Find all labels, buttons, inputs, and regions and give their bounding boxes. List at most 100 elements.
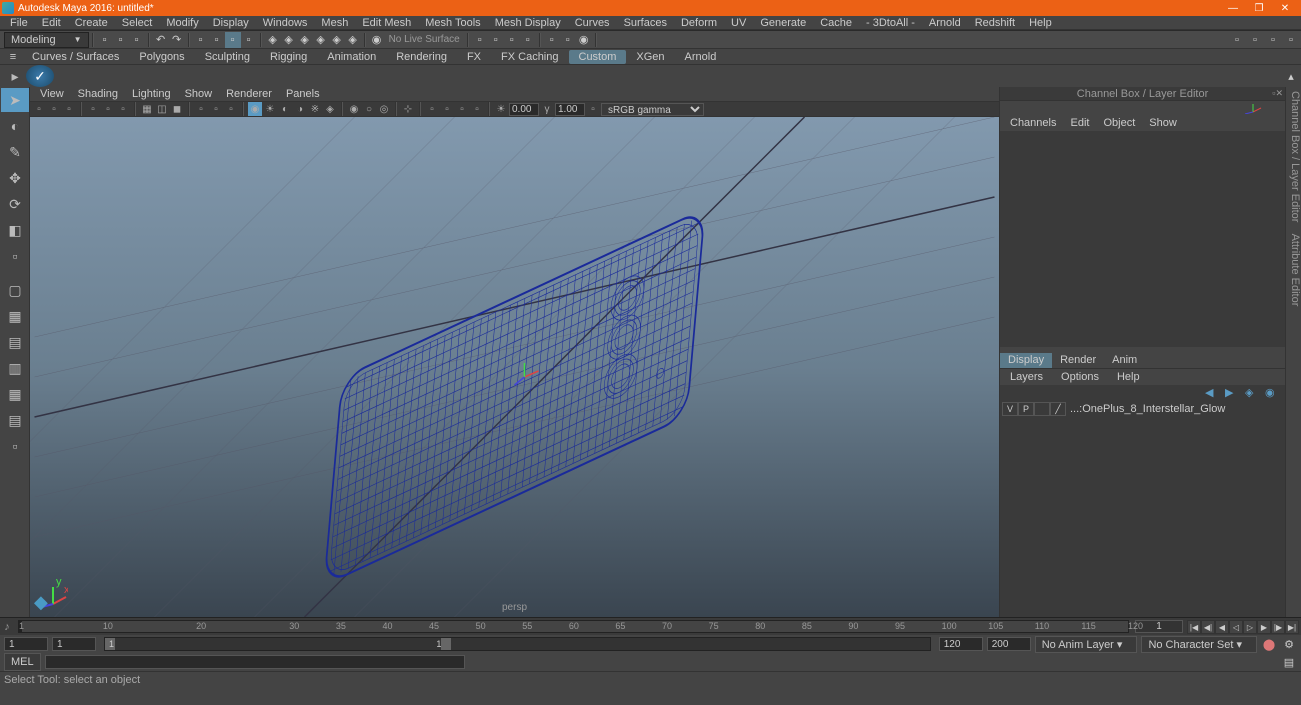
shelf-tab-xgen[interactable]: XGen bbox=[626, 50, 674, 64]
menu-mesh-display[interactable]: Mesh Display bbox=[489, 17, 567, 29]
vp-menu-show[interactable]: Show bbox=[179, 88, 219, 100]
anim-start-input[interactable] bbox=[4, 637, 48, 651]
shelf-tab-curves-surfaces[interactable]: Curves / Surfaces bbox=[22, 50, 129, 64]
menu-curves[interactable]: Curves bbox=[569, 17, 616, 29]
range-end-input[interactable] bbox=[939, 637, 983, 651]
snap-view-icon[interactable]: ◈ bbox=[345, 32, 361, 48]
step-forward-button[interactable]: ▶ bbox=[1257, 620, 1271, 634]
toggle-tool-icon[interactable]: ▫ bbox=[1247, 32, 1263, 48]
layer-menu-layers[interactable]: Layers bbox=[1004, 371, 1049, 383]
layer-row[interactable]: V P ╱ ...:OnePlus_8_Interstellar_Glow bbox=[1000, 401, 1285, 417]
undo-icon[interactable]: ↶ bbox=[153, 32, 169, 48]
history-icon[interactable]: ▫ bbox=[472, 32, 488, 48]
select-by-component-icon[interactable]: ▫ bbox=[225, 32, 241, 48]
vp-spot-icon[interactable]: ◉ bbox=[347, 102, 361, 116]
new-scene-icon[interactable]: ▫ bbox=[97, 32, 113, 48]
history2-icon[interactable]: ▫ bbox=[488, 32, 504, 48]
character-set-select[interactable]: No Character Set ▾ bbox=[1141, 636, 1257, 653]
vp-gate-icon[interactable]: ▫ bbox=[101, 102, 115, 116]
vp-image-plane-icon[interactable]: ▫ bbox=[62, 102, 76, 116]
vp-nurbs-icon[interactable]: ▫ bbox=[455, 102, 469, 116]
paint-tool[interactable]: ✎ bbox=[1, 140, 29, 164]
menu-cache[interactable]: Cache bbox=[814, 17, 858, 29]
layer-visible-cell[interactable]: V bbox=[1002, 402, 1018, 416]
shelf-toggle-icon[interactable]: ▸ bbox=[4, 65, 26, 87]
vp-joint-icon[interactable]: ▫ bbox=[224, 102, 238, 116]
close-button[interactable]: ✕ bbox=[1277, 3, 1293, 14]
ch-menu-channels[interactable]: Channels bbox=[1004, 117, 1062, 129]
step-forward-key-button[interactable]: |▶ bbox=[1271, 620, 1285, 634]
shelf-tab-arnold[interactable]: Arnold bbox=[675, 50, 727, 64]
anim-end-input[interactable] bbox=[987, 637, 1031, 651]
tl-sound-icon[interactable]: ♪ bbox=[0, 618, 14, 635]
move-layer-down-icon[interactable]: ▶ bbox=[1225, 386, 1239, 400]
menu-generate[interactable]: Generate bbox=[754, 17, 812, 29]
vp-shaded-icon[interactable]: ◼ bbox=[170, 102, 184, 116]
vp-grid-icon[interactable]: ▦ bbox=[140, 102, 154, 116]
vp-aa-icon[interactable]: ◈ bbox=[323, 102, 337, 116]
vp-point-icon[interactable]: ○ bbox=[362, 102, 376, 116]
panel-dock-icon[interactable]: ▫✕ bbox=[1272, 88, 1283, 99]
snap-surface-icon[interactable]: ◈ bbox=[329, 32, 345, 48]
layer-type-cell[interactable] bbox=[1034, 402, 1050, 416]
vp-menu-lighting[interactable]: Lighting bbox=[126, 88, 177, 100]
vp-hud-icon[interactable]: ▫ bbox=[425, 102, 439, 116]
layer-tab-anim[interactable]: Anim bbox=[1104, 353, 1145, 368]
play-back-button[interactable]: ◁ bbox=[1229, 620, 1243, 634]
menu-select[interactable]: Select bbox=[116, 17, 159, 29]
render-globals-icon[interactable]: ◉ bbox=[576, 32, 592, 48]
viewport-3d[interactable]: persp yx ◆ bbox=[30, 117, 999, 617]
go-start-button[interactable]: |◀ bbox=[1187, 620, 1201, 634]
redo-icon[interactable]: ↷ bbox=[169, 32, 185, 48]
menu-surfaces[interactable]: Surfaces bbox=[618, 17, 673, 29]
snap-grid-icon[interactable]: ◈ bbox=[265, 32, 281, 48]
vp-wire-icon[interactable]: ◫ bbox=[155, 102, 169, 116]
select-by-hierarchy-icon[interactable]: ▫ bbox=[193, 32, 209, 48]
snap-point-icon[interactable]: ◈ bbox=[297, 32, 313, 48]
vp-xray-icon[interactable]: ▫ bbox=[209, 102, 223, 116]
open-scene-icon[interactable]: ▫ bbox=[113, 32, 129, 48]
move-tool[interactable]: ✥ bbox=[1, 166, 29, 190]
ch-menu-object[interactable]: Object bbox=[1097, 117, 1141, 129]
shelf-tab-animation[interactable]: Animation bbox=[317, 50, 386, 64]
layer-tab-render[interactable]: Render bbox=[1052, 353, 1104, 368]
vp-dir-icon[interactable]: ◎ bbox=[377, 102, 391, 116]
command-input[interactable] bbox=[45, 655, 465, 669]
time-slider[interactable]: ♪ 11020303540455055606570758085909510010… bbox=[0, 617, 1301, 635]
save-scene-icon[interactable]: ▫ bbox=[129, 32, 145, 48]
menu--3dtoall-[interactable]: - 3DtoAll - bbox=[860, 17, 921, 29]
layout-three-icon[interactable]: ▥ bbox=[1, 356, 29, 380]
shelf-tab-rendering[interactable]: Rendering bbox=[386, 50, 457, 64]
layer-menu-options[interactable]: Options bbox=[1055, 371, 1105, 383]
vp-menu-renderer[interactable]: Renderer bbox=[220, 88, 278, 100]
shelf-tab-sculpting[interactable]: Sculpting bbox=[195, 50, 260, 64]
move-layer-up-icon[interactable]: ◀ bbox=[1205, 386, 1219, 400]
rotate-tool[interactable]: ⟳ bbox=[1, 192, 29, 216]
render-icon[interactable]: ▫ bbox=[544, 32, 560, 48]
scroll-up-icon[interactable]: ▴ bbox=[1283, 68, 1299, 84]
step-back-button[interactable]: ◀ bbox=[1215, 620, 1229, 634]
auto-key-icon[interactable]: ⬤ bbox=[1261, 636, 1277, 652]
vp-menu-shading[interactable]: Shading bbox=[72, 88, 124, 100]
layer-playback-cell[interactable]: P bbox=[1018, 402, 1034, 416]
shelf-menu-icon[interactable]: ≡ bbox=[4, 49, 22, 65]
menu-windows[interactable]: Windows bbox=[257, 17, 314, 29]
gamma-input[interactable] bbox=[555, 103, 585, 116]
range-slider[interactable]: 120 1 bbox=[104, 637, 931, 651]
color-space-select[interactable]: sRGB gamma bbox=[601, 103, 704, 116]
menu-help[interactable]: Help bbox=[1023, 17, 1058, 29]
vp-res-icon[interactable]: ▫ bbox=[116, 102, 130, 116]
script-editor-icon[interactable]: ▤ bbox=[1281, 654, 1297, 670]
select-tool[interactable]: ➤ bbox=[1, 88, 29, 112]
layout-single-icon[interactable]: ▢ bbox=[1, 278, 29, 302]
new-layer-selected-icon[interactable]: ◉ bbox=[1265, 386, 1279, 400]
exposure-input[interactable] bbox=[509, 103, 539, 116]
vp-gamma-icon[interactable]: γ bbox=[540, 102, 554, 116]
vp-motion-icon[interactable]: ※ bbox=[308, 102, 322, 116]
last-tool[interactable]: ▫ bbox=[1, 244, 29, 268]
shelf-tab-rigging[interactable]: Rigging bbox=[260, 50, 317, 64]
shelf-tab-fx[interactable]: FX bbox=[457, 50, 491, 64]
menu-modify[interactable]: Modify bbox=[160, 17, 204, 29]
play-forward-button[interactable]: ▷ bbox=[1243, 620, 1257, 634]
vp-textured-icon[interactable]: ◉ bbox=[248, 102, 262, 116]
